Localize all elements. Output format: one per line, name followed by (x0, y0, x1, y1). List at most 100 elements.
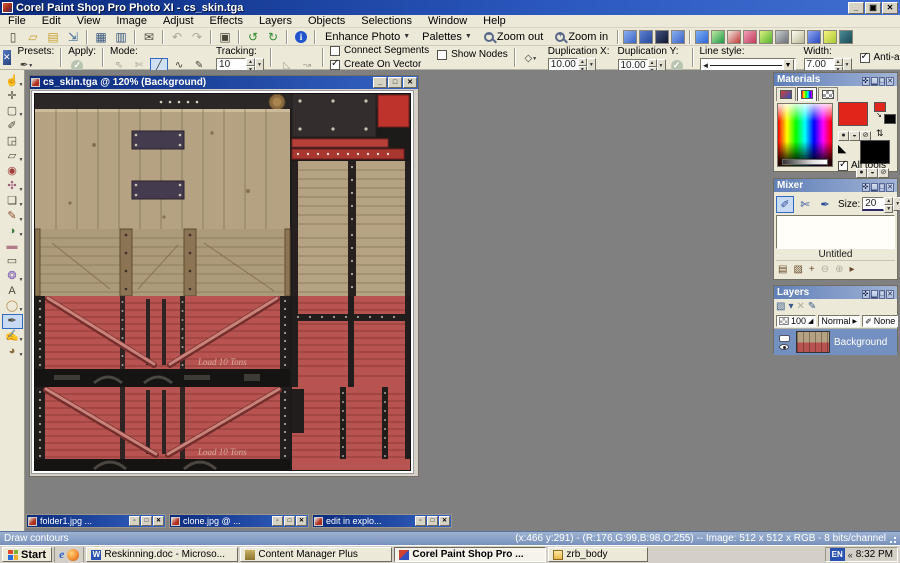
zoom-in-button[interactable]: + Zoom in (549, 29, 614, 45)
language-indicator[interactable]: EN (830, 548, 845, 561)
mixer-titlebar[interactable]: Mixer ✜▁□✕ (774, 179, 897, 192)
save-as-icon[interactable]: ▥ (111, 29, 131, 45)
mixer-tube-icon[interactable]: ✐ (776, 196, 794, 213)
info-icon[interactable]: i (291, 29, 311, 45)
save-icon[interactable]: ▦ (91, 29, 111, 45)
maximize-button[interactable]: □ (879, 77, 885, 86)
minimize-button[interactable]: ▁ (871, 183, 878, 192)
color-style-icon[interactable]: ● (838, 131, 849, 141)
effect-icon-3[interactable] (727, 30, 741, 44)
script-icon-3[interactable] (655, 30, 669, 44)
layer-thumbnail[interactable] (796, 331, 830, 353)
effect-icon-5[interactable] (759, 30, 773, 44)
doc-maximize-button[interactable]: □ (388, 77, 402, 88)
effect-icon-1[interactable] (695, 30, 709, 44)
resize-grip[interactable] (889, 534, 899, 544)
layer-row[interactable]: Background (774, 329, 897, 355)
mixer-size-value[interactable]: 20 (862, 197, 884, 211)
close-button[interactable]: ✕ (296, 516, 307, 526)
close-button[interactable]: ✕ (153, 516, 164, 526)
refresh-icon[interactable]: ↻ (263, 29, 283, 45)
red-eye-tool[interactable]: ◉ (2, 164, 23, 179)
gradient-style-icon[interactable]: ◒ (849, 131, 860, 141)
maximize-button[interactable]: □ (879, 183, 885, 192)
transparent-toggle-icon[interactable]: ◣ (838, 142, 846, 155)
close-button[interactable]: ✕ (882, 2, 898, 14)
menu-edit[interactable]: Edit (34, 15, 69, 28)
visibility-eye-icon[interactable] (779, 344, 789, 350)
menu-image[interactable]: Image (108, 15, 155, 28)
import-icon[interactable]: ⇲ (63, 29, 83, 45)
picture-tube-tool[interactable]: ❂▼ (2, 269, 23, 284)
minimized-document[interactable]: clone.jpg @ ...▫□✕ (169, 514, 309, 528)
tab-frame[interactable] (776, 87, 796, 101)
effect-icon-2[interactable] (711, 30, 725, 44)
mixer-knife-icon[interactable]: ✄ (796, 196, 814, 213)
effect-icon-10[interactable] (839, 30, 853, 44)
task-psp[interactable]: Corel Paint Shop Pro ... (394, 547, 546, 562)
minimize-button[interactable]: ▁ (871, 290, 878, 299)
paint-brush-tool[interactable]: ✎▼ (2, 209, 23, 224)
close-button[interactable]: ✕ (886, 77, 894, 86)
link-control[interactable]: ✐ None (862, 315, 898, 327)
all-tools-checkbox[interactable]: All tools (838, 160, 886, 171)
update-icon[interactable]: ↺ (243, 29, 263, 45)
menu-adjust[interactable]: Adjust (155, 15, 202, 28)
menu-objects[interactable]: Objects (300, 15, 353, 28)
effect-icon-7[interactable] (791, 30, 805, 44)
doc-close-button[interactable]: ✕ (403, 77, 417, 88)
minimize-button[interactable]: ▁ (871, 77, 878, 86)
warp-brush-tool[interactable]: ✍▼ (2, 329, 23, 344)
node-type-button[interactable]: ◇▼ (522, 51, 540, 66)
capture-icon[interactable]: ▣ (215, 29, 235, 45)
task-folder[interactable]: zrb_body (548, 547, 648, 562)
close-button[interactable]: ✕ (886, 290, 894, 299)
anti-alias-checkbox[interactable]: Anti-alias (860, 52, 900, 64)
dropper-tool[interactable]: ✐ (2, 119, 23, 134)
opacity-control[interactable]: 100 ◢ (776, 315, 816, 327)
menu-effects[interactable]: Effects (202, 15, 251, 28)
flood-fill-tool[interactable]: ◕▼ (2, 344, 23, 359)
pen-tool[interactable]: ✒ (2, 314, 23, 329)
tab-rainbow[interactable] (797, 87, 817, 101)
maximize-button[interactable]: □ (284, 516, 295, 526)
gray-ramp[interactable] (782, 159, 828, 165)
unmix-icon[interactable]: + (809, 264, 815, 275)
enhance-photo-button[interactable]: Enhance Photo▼ (319, 29, 416, 45)
menu-window[interactable]: Window (420, 15, 475, 28)
clone-brush-tool[interactable]: ❏▼ (2, 194, 23, 209)
blend-mode-dropdown[interactable]: Normal ▶ (818, 315, 860, 327)
connect-segments-checkbox[interactable]: Connect Segments (330, 45, 429, 57)
zoom-out-button[interactable]: − Zoom out (478, 29, 549, 45)
swap-mini-icon[interactable]: ↘ (876, 111, 882, 119)
makeover-tool[interactable]: ✣▼ (2, 179, 23, 194)
close-button[interactable]: ✕ (439, 516, 450, 526)
close-button[interactable]: ✕ (886, 183, 894, 192)
open-icon[interactable]: ▱ (23, 29, 43, 45)
restore-button[interactable]: ▫ (415, 516, 426, 526)
minimize-button[interactable]: _ (848, 2, 864, 14)
maximize-button[interactable]: □ (427, 516, 438, 526)
show-nodes-checkbox[interactable]: Show Nodes (437, 49, 508, 61)
color-changer-tool[interactable]: ◑▼ (2, 224, 23, 239)
new-layer-icon[interactable]: ▧ (776, 301, 785, 312)
doc-minimize-button[interactable]: _ (373, 77, 387, 88)
crop-tool[interactable]: ◲ (2, 134, 23, 149)
task-cmp[interactable]: Content Manager Plus (240, 547, 392, 562)
document-window[interactable]: cs_skin.tga @ 120% (Background) _□✕ (29, 75, 419, 477)
layers-titlebar[interactable]: Layers ✜▁□✕ (774, 286, 897, 299)
swap-colors-icon[interactable]: ⇅ (876, 128, 884, 139)
pin-button[interactable]: ✜ (862, 290, 870, 299)
pin-button[interactable]: ✜ (862, 183, 870, 192)
task-word[interactable]: WReskinning.doc - Microso... (86, 547, 238, 562)
maximize-button[interactable]: □ (879, 290, 885, 299)
eraser-tool[interactable]: ▬ (2, 239, 23, 254)
pan-tool[interactable]: ☝▼ (2, 74, 23, 89)
mixer-canvas[interactable] (776, 215, 895, 249)
preset-shape-tool[interactable]: ◯▼ (2, 299, 23, 314)
new-page-icon[interactable]: ▤ (778, 264, 787, 275)
tray-expand-button[interactable]: « (848, 550, 853, 560)
move-tool[interactable]: ✛ (2, 89, 23, 104)
effect-icon-4[interactable] (743, 30, 757, 44)
foreground-swatch[interactable] (838, 102, 868, 126)
